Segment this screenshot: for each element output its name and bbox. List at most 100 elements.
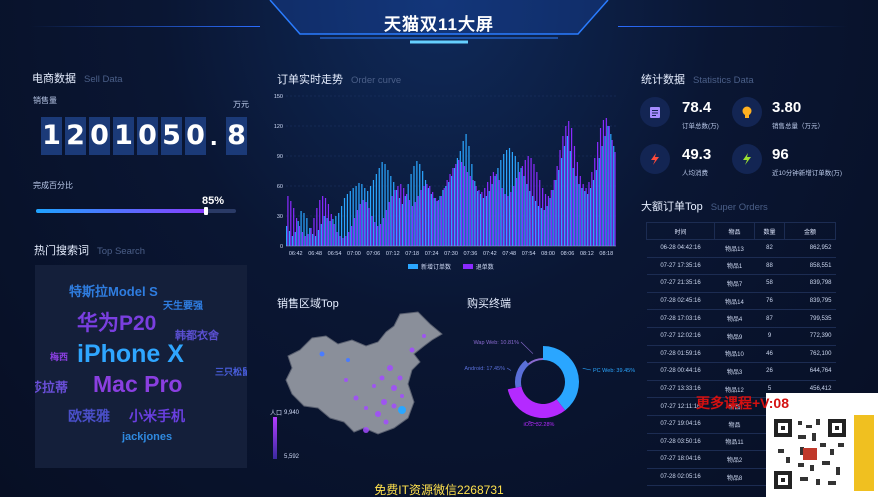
bar-new-orders[interactable]	[433, 198, 435, 246]
bar-refunds[interactable]	[405, 194, 408, 246]
bar-refunds[interactable]	[365, 202, 367, 246]
bar-refunds[interactable]	[573, 146, 576, 246]
bar-new-orders[interactable]	[320, 224, 322, 246]
bar-new-orders[interactable]	[410, 174, 412, 246]
bar-new-orders[interactable]	[572, 168, 574, 246]
bar-new-orders[interactable]	[364, 188, 366, 246]
bar-refunds[interactable]	[403, 188, 405, 246]
bar-new-orders[interactable]	[309, 228, 311, 246]
bar-refunds[interactable]	[298, 226, 301, 246]
bar-new-orders[interactable]	[451, 176, 453, 246]
bar-new-orders[interactable]	[424, 180, 427, 246]
bar-refunds[interactable]	[588, 182, 590, 246]
bar-new-orders[interactable]	[517, 162, 519, 246]
bar-new-orders[interactable]	[361, 184, 363, 246]
bar-refunds[interactable]	[414, 202, 416, 246]
bar-refunds[interactable]	[287, 196, 289, 246]
bar-refunds[interactable]	[423, 186, 425, 246]
bar-new-orders[interactable]	[367, 191, 369, 246]
bar-new-orders[interactable]	[485, 196, 487, 246]
bar-refunds[interactable]	[524, 160, 526, 246]
bar-new-orders[interactable]	[578, 184, 580, 246]
cloud-word[interactable]: 华为P20	[77, 307, 156, 337]
bar-new-orders[interactable]	[314, 236, 317, 246]
bar-refunds[interactable]	[466, 172, 468, 246]
legend-refunds[interactable]: 退单数	[476, 265, 494, 271]
bar-refunds[interactable]	[556, 166, 558, 246]
bar-new-orders[interactable]	[497, 168, 499, 246]
bar-new-orders[interactable]	[601, 146, 603, 246]
bar-refunds[interactable]	[536, 172, 538, 246]
bar-new-orders[interactable]	[552, 190, 554, 246]
bar-refunds[interactable]	[350, 226, 353, 246]
bar-refunds[interactable]	[333, 224, 335, 246]
legend-new-orders[interactable]: 新增订单数	[421, 265, 451, 271]
bar-refunds[interactable]	[492, 172, 495, 246]
bar-refunds[interactable]	[475, 186, 477, 246]
bar-refunds[interactable]	[568, 121, 570, 246]
bar-refunds[interactable]	[597, 142, 599, 246]
bar-new-orders[interactable]	[563, 146, 566, 246]
bar-new-orders[interactable]	[306, 218, 308, 246]
bar-refunds[interactable]	[446, 180, 448, 246]
bar-refunds[interactable]	[362, 200, 364, 246]
table-row[interactable]: 07-28 01:59:16 物品10 46 762,100	[646, 345, 836, 364]
bar-refunds[interactable]	[295, 218, 298, 246]
bar-new-orders[interactable]	[404, 196, 406, 246]
bar-new-orders[interactable]	[503, 154, 505, 246]
bar-refunds[interactable]	[411, 206, 413, 246]
bar-new-orders[interactable]	[494, 176, 496, 246]
cloud-word[interactable]: 三只松鼠	[215, 365, 247, 378]
bar-new-orders[interactable]	[375, 174, 377, 246]
bar-refunds[interactable]	[611, 140, 613, 246]
bar-new-orders[interactable]	[381, 162, 383, 246]
bar-refunds[interactable]	[397, 186, 399, 246]
bar-refunds[interactable]	[324, 198, 327, 246]
bar-refunds[interactable]	[594, 158, 596, 246]
bar-new-orders[interactable]	[543, 210, 545, 246]
bar-refunds[interactable]	[507, 196, 509, 246]
bar-new-orders[interactable]	[413, 166, 415, 246]
bar-refunds[interactable]	[570, 128, 573, 246]
bar-refunds[interactable]	[547, 196, 550, 246]
bar-new-orders[interactable]	[549, 198, 551, 246]
bar-refunds[interactable]	[330, 214, 332, 246]
bar-new-orders[interactable]	[514, 156, 516, 246]
bar-refunds[interactable]	[539, 180, 541, 246]
bar-new-orders[interactable]	[355, 186, 357, 246]
bar-refunds[interactable]	[426, 184, 428, 246]
bar-new-orders[interactable]	[407, 184, 409, 246]
bar-refunds[interactable]	[408, 200, 411, 246]
bar-new-orders[interactable]	[508, 148, 511, 246]
bar-new-orders[interactable]	[537, 206, 540, 246]
bar-refunds[interactable]	[382, 218, 385, 246]
bar-new-orders[interactable]	[326, 218, 328, 246]
bar-refunds[interactable]	[460, 162, 463, 246]
bar-refunds[interactable]	[533, 164, 535, 246]
bar-refunds[interactable]	[591, 172, 593, 246]
bar-refunds[interactable]	[400, 184, 402, 246]
table-row[interactable]: 07-28 00:44:16 物品3 26 644,764	[646, 362, 836, 381]
bar-refunds[interactable]	[605, 118, 607, 246]
bar-refunds[interactable]	[576, 162, 578, 246]
cloud-word[interactable]: 特斯拉Model S	[69, 281, 158, 300]
cloud-word[interactable]: Mac Pro	[93, 371, 182, 398]
bar-new-orders[interactable]	[569, 151, 571, 246]
bar-refunds[interactable]	[463, 166, 466, 246]
bar-refunds[interactable]	[452, 168, 454, 246]
bar-new-orders[interactable]	[358, 183, 360, 246]
bar-refunds[interactable]	[432, 192, 434, 246]
bar-refunds[interactable]	[614, 152, 616, 246]
bar-new-orders[interactable]	[561, 158, 563, 246]
bar-new-orders[interactable]	[479, 194, 482, 246]
bar-refunds[interactable]	[449, 174, 451, 246]
bar-new-orders[interactable]	[416, 161, 418, 246]
bar-new-orders[interactable]	[378, 168, 380, 246]
bar-refunds[interactable]	[322, 196, 324, 246]
bar-refunds[interactable]	[565, 126, 567, 246]
bar-new-orders[interactable]	[474, 181, 476, 246]
bar-refunds[interactable]	[313, 218, 315, 246]
bar-new-orders[interactable]	[520, 168, 522, 246]
bar-refunds[interactable]	[599, 128, 602, 246]
bar-refunds[interactable]	[484, 188, 486, 246]
